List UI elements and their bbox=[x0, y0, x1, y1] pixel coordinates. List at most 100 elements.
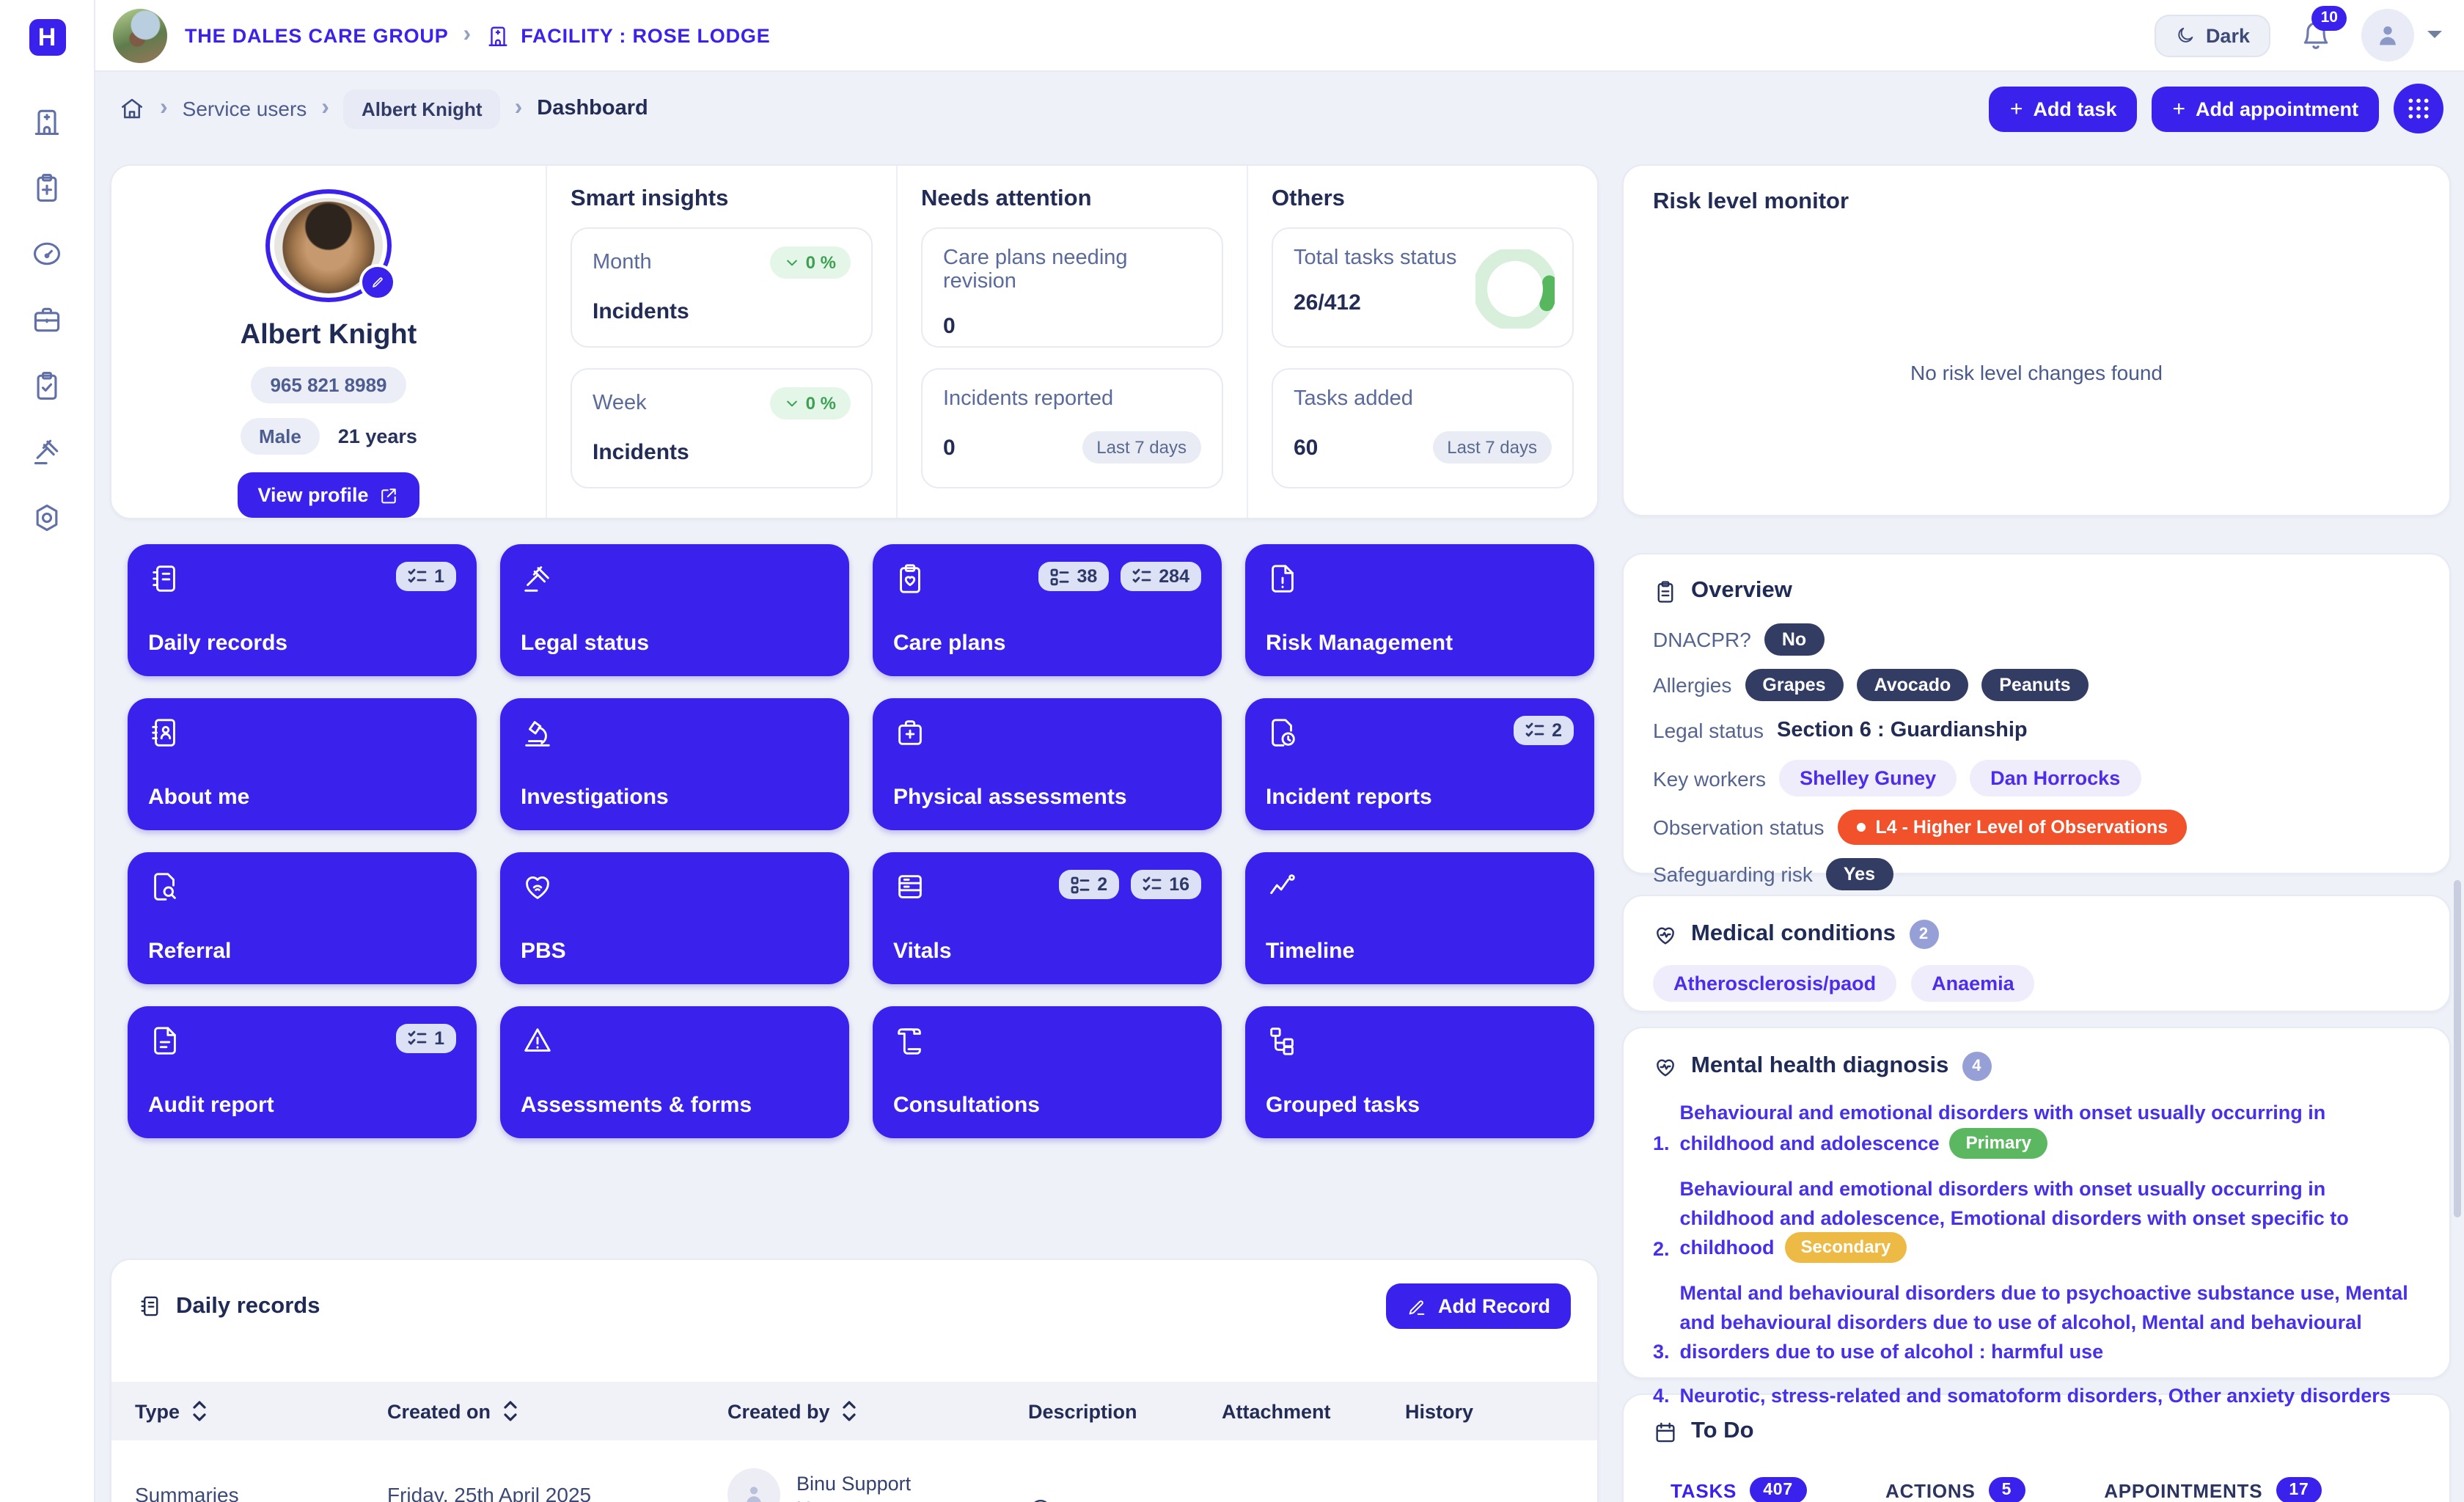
tile-incident-reports[interactable]: 2 Incident reports bbox=[1245, 698, 1594, 830]
overview-label: Legal status bbox=[1653, 719, 1764, 742]
todo-tab-actions[interactable]: ACTIONS5 bbox=[1885, 1477, 2025, 1502]
add-record-button[interactable]: Add Record bbox=[1387, 1283, 1571, 1329]
tile-label: About me bbox=[148, 785, 456, 810]
pen-icon bbox=[1407, 1296, 1428, 1316]
metric-label: Tasks added bbox=[1294, 387, 1413, 411]
breadcrumb-service-users[interactable]: Service users bbox=[183, 97, 307, 120]
home-button[interactable] bbox=[119, 95, 145, 122]
top-bar: THE DALES CARE GROUP › FACILITY : ROSE L… bbox=[95, 0, 2464, 72]
user-menu[interactable] bbox=[2361, 9, 2443, 62]
tile-care-plans[interactable]: 38284 Care plans bbox=[873, 544, 1222, 676]
column-header-type[interactable]: Type bbox=[135, 1400, 387, 1422]
diagnosis-item-4: 4.Neurotic, stress-related and somatofor… bbox=[1653, 1382, 2420, 1410]
condition-pill-atherosclerosis-paod[interactable]: Atherosclerosis/paod bbox=[1653, 965, 1896, 1002]
tile-badge-checklist: 1 bbox=[396, 562, 456, 591]
sidebar-item-tasks[interactable] bbox=[31, 370, 63, 402]
sidebar-item-facility[interactable] bbox=[31, 106, 63, 138]
breadcrumb-patient[interactable]: Albert Knight bbox=[344, 89, 500, 128]
tile-risk-management[interactable]: Risk Management bbox=[1245, 544, 1594, 676]
tile-consultations[interactable]: Consultations bbox=[873, 1006, 1222, 1138]
sidebar-item-care-records[interactable] bbox=[31, 172, 63, 204]
tasks-donut-chart bbox=[1475, 249, 1555, 329]
overview-row-allergies: AllergiesGrapesAvocadoPeanuts bbox=[1653, 669, 2420, 701]
tab-count-badge: 17 bbox=[2276, 1477, 2322, 1502]
value-pill: Yes bbox=[1826, 858, 1893, 890]
notifications-button[interactable]: 10 bbox=[2300, 19, 2332, 51]
chart-line-icon bbox=[1266, 870, 1299, 904]
view-profile-button[interactable]: View profile bbox=[237, 472, 419, 518]
diagnosis-text: Neurotic, stress-related and somatoform … bbox=[1680, 1382, 2391, 1410]
key-worker-pill[interactable]: Shelley Guney bbox=[1779, 760, 1957, 796]
risk-level-monitor-card: Risk level monitor No risk level changes… bbox=[1622, 164, 2451, 516]
diagnosis-text: Behavioural and emotional disorders with… bbox=[1680, 1175, 2420, 1264]
triangle-alert-icon bbox=[521, 1024, 554, 1058]
medical-conditions-card: Medical conditions 2 Atherosclerosis/pao… bbox=[1622, 895, 2451, 1012]
tile-timeline[interactable]: Timeline bbox=[1245, 852, 1594, 984]
column-header-created-by[interactable]: Created by bbox=[727, 1400, 1028, 1422]
tile-physical-assessments[interactable]: Physical assessments bbox=[873, 698, 1222, 830]
tile-about-me[interactable]: About me bbox=[128, 698, 477, 830]
user-avatar bbox=[2361, 9, 2414, 62]
chevron-right-icon: › bbox=[515, 95, 523, 122]
metric-label: Month bbox=[593, 251, 652, 274]
todo-tab-tasks[interactable]: TASKS407 bbox=[1671, 1477, 1806, 1502]
facility-label[interactable]: FACILITY : ROSE LODGE bbox=[485, 23, 770, 48]
organisation-avatar[interactable] bbox=[113, 8, 167, 62]
tile-daily-records[interactable]: 1 Daily records bbox=[128, 544, 477, 676]
tile-audit-report[interactable]: 1 Audit report bbox=[128, 1006, 477, 1138]
sidebar-item-settings[interactable] bbox=[31, 502, 63, 534]
scrollbar-thumb[interactable] bbox=[2454, 880, 2461, 1217]
tile-assessments-forms[interactable]: Assessments & forms bbox=[500, 1006, 849, 1138]
app-logo[interactable]: H bbox=[29, 19, 65, 56]
chevron-right-icon: › bbox=[321, 95, 329, 122]
heart-pulse-icon bbox=[1653, 922, 1678, 947]
tile-pbs[interactable]: PBS bbox=[500, 852, 849, 984]
organisation-name[interactable]: THE DALES CARE GROUP bbox=[185, 24, 449, 46]
needs-attention-section: Needs attention Care plans needing revis… bbox=[898, 166, 1247, 518]
todo-tab-appointments[interactable]: APPOINTMENTS17 bbox=[2104, 1477, 2322, 1502]
heart-waves-icon bbox=[521, 870, 554, 904]
edit-photo-button[interactable] bbox=[359, 264, 396, 301]
dark-mode-toggle[interactable]: Dark bbox=[2155, 14, 2270, 56]
tile-legal-status[interactable]: Legal status bbox=[500, 544, 849, 676]
sidebar-item-organisation[interactable] bbox=[31, 304, 63, 336]
value-pill: Avocado bbox=[1857, 669, 1969, 701]
doc-alert-icon bbox=[1266, 562, 1299, 596]
tile-label: Investigations bbox=[521, 785, 829, 810]
insight-card-month: Month0 % Incidents bbox=[571, 227, 873, 348]
tile-grouped-tasks[interactable]: Grouped tasks bbox=[1245, 1006, 1594, 1138]
sidebar-item-legal[interactable] bbox=[31, 436, 63, 468]
daily-records-table: TypeCreated onCreated byDescriptionAttac… bbox=[111, 1382, 1597, 1502]
tile-vitals[interactable]: 216 Vitals bbox=[873, 852, 1222, 984]
key-worker-pill[interactable]: Dan Horrocks bbox=[1970, 760, 2141, 796]
metric-label: Total tasks status bbox=[1294, 246, 1456, 270]
apps-grid-button[interactable] bbox=[2394, 84, 2443, 133]
metric-label: Incidents reported bbox=[943, 387, 1113, 411]
grid-dots-icon bbox=[2407, 97, 2430, 120]
value-pill: No bbox=[1764, 623, 1824, 656]
patient-name: Albert Knight bbox=[241, 320, 417, 352]
overview-row-legal-status: Legal statusSection 6 : Guardianship bbox=[1653, 714, 2420, 747]
condition-pill-anaemia[interactable]: Anaemia bbox=[1911, 965, 2035, 1002]
tab-count-badge: 5 bbox=[1989, 1477, 2025, 1502]
column-header-created-on[interactable]: Created on bbox=[387, 1400, 727, 1422]
sidebar-item-insights[interactable] bbox=[31, 238, 63, 270]
chevron-down-icon bbox=[2426, 29, 2443, 41]
diagnosis-number: 3. bbox=[1653, 1337, 1670, 1366]
medical-bag-icon bbox=[893, 716, 927, 750]
add-appointment-button[interactable]: +Add appointment bbox=[2152, 86, 2379, 131]
attention-card-1: Incidents reported 0Last 7 days bbox=[921, 368, 1223, 488]
tile-investigations[interactable]: Investigations bbox=[500, 698, 849, 830]
view-description-button[interactable] bbox=[1028, 1494, 1222, 1502]
add-task-button[interactable]: +Add task bbox=[1990, 86, 2138, 131]
tile-label: Care plans bbox=[893, 631, 1201, 656]
table-row[interactable]: Summaries Friday, 25th April 2025 Binu S… bbox=[111, 1440, 1597, 1502]
doc-text-icon bbox=[148, 1024, 182, 1058]
overview-row-dnacpr: DNACPR?No bbox=[1653, 623, 2420, 656]
creator-avatar bbox=[727, 1468, 780, 1502]
metric-value: 26/412 bbox=[1294, 290, 1361, 315]
observation-status-pill: L4 - Higher Level of Observations bbox=[1837, 810, 2187, 845]
tile-referral[interactable]: Referral bbox=[128, 852, 477, 984]
diagnosis-text: Mental and behavioural disorders due to … bbox=[1680, 1280, 2420, 1366]
calendar-icon bbox=[1653, 1419, 1678, 1444]
